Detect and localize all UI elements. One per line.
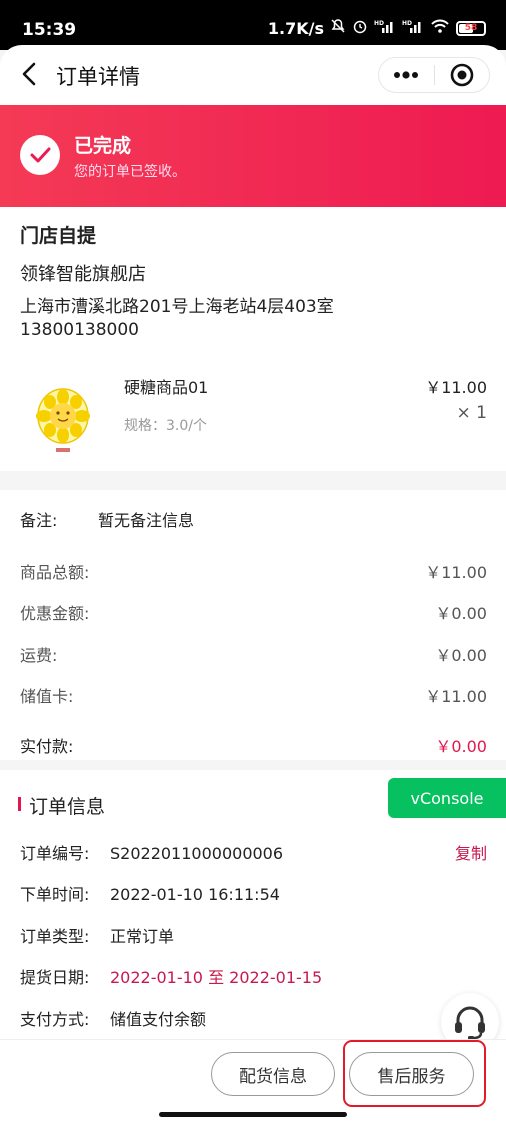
order-number-value: S2022011000000006 [110, 844, 284, 863]
summary-row-discount: 优惠金额: ￥0.00 [20, 600, 487, 624]
summary-label: 储值卡: [20, 687, 74, 706]
delivery-info-button[interactable]: 配货信息 [211, 1052, 335, 1096]
nav-bar: 订单详情 [0, 45, 506, 105]
svg-text:HD: HD [374, 20, 384, 27]
remark-label: 备注: [20, 511, 58, 530]
home-indicator[interactable] [159, 1112, 347, 1117]
summary-row-goods-total: 商品总额: ￥11.00 [20, 559, 487, 583]
battery-icon: 58 [456, 20, 486, 36]
pay-method-row: 支付方式: 储值支付余额 [20, 1006, 206, 1030]
hd-signal-icon: HD [374, 18, 396, 38]
status-icons: 1.7K/s HD HD 58 [268, 18, 486, 38]
pickup-date-row: 提货日期: 2022-01-10 至 2022-01-15 [20, 964, 322, 988]
order-type-value: 正常订单 [110, 927, 175, 946]
sunflower-candy-image [36, 386, 92, 454]
summary-row-shipping: 运费: ￥0.00 [20, 642, 487, 666]
page-title: 订单详情 [56, 65, 140, 89]
hd-signal-icon: HD [402, 18, 424, 38]
price-summary-card [0, 490, 506, 760]
paid-label: 实付款: [20, 737, 74, 756]
summary-row-stored-value-card: 储值卡: ￥11.00 [20, 683, 487, 707]
order-number-label: 订单编号: [20, 844, 90, 863]
order-status-title: 已完成 [74, 135, 132, 157]
order-detail-screen: 15:39 1.7K/s HD HD 58 订单详情 已完成 您的订单已签收。 … [0, 0, 506, 1125]
product-price: ￥11.00 [425, 378, 487, 397]
pay-method-label: 支付方式: [20, 1010, 90, 1029]
summary-label: 优惠金额: [20, 604, 90, 623]
after-sale-service-button[interactable]: 售后服务 [349, 1052, 474, 1096]
check-icon [20, 135, 60, 175]
vconsole-button[interactable]: vConsole [388, 778, 506, 818]
order-time-row: 下单时间: 2022-01-10 16:11:54 [20, 881, 280, 905]
product-name: 硬糖商品01 [124, 378, 209, 397]
mute-icon [330, 18, 346, 38]
section-accent-bar [18, 797, 21, 811]
svg-text:HD: HD [402, 20, 412, 27]
summary-label: 商品总额: [20, 563, 90, 582]
order-type-label: 订单类型: [20, 927, 90, 946]
network-speed: 1.7K/s [267, 18, 324, 38]
pickup-title: 门店自提 [20, 225, 97, 247]
remark-value: 暂无备注信息 [98, 511, 195, 530]
order-info-title: 订单信息 [29, 796, 106, 818]
summary-value: ￥0.00 [435, 646, 487, 665]
summary-label: 运费: [20, 646, 58, 665]
paid-value: ￥0.00 [435, 737, 487, 756]
summary-value: ￥11.00 [425, 687, 487, 706]
pay-method-value: 储值支付余额 [110, 1010, 207, 1029]
chevron-left-icon[interactable] [18, 59, 42, 89]
more-dots-icon[interactable] [379, 58, 434, 92]
copy-order-number-link[interactable]: 复制 [455, 840, 487, 864]
order-time-value: 2022-01-10 16:11:54 [110, 885, 280, 904]
summary-row-paid: 实付款: ￥0.00 [20, 733, 487, 757]
order-time-label: 下单时间: [20, 885, 90, 904]
product-quantity: × 1 [456, 403, 487, 423]
order-status-subtitle: 您的订单已签收。 [74, 164, 186, 180]
pickup-date-label: 提货日期: [20, 968, 90, 987]
store-phone: 13800138000 [20, 320, 139, 340]
store-address: 上海市漕溪北路201号上海老站4层403室 [20, 297, 334, 317]
mini-program-capsule [378, 57, 490, 93]
summary-value: ￥0.00 [435, 604, 487, 623]
status-time: 15:39 [22, 20, 77, 40]
summary-value: ￥11.00 [425, 563, 487, 582]
target-circle-icon[interactable] [435, 58, 490, 92]
order-type-row: 订单类型: 正常订单 [20, 923, 174, 947]
battery-level: 58 [464, 22, 478, 33]
pickup-date-value: 2022-01-10 至 2022-01-15 [110, 968, 323, 987]
status-bar: 15:39 1.7K/s HD HD 58 [0, 0, 506, 50]
order-number-row: 订单编号: S2022011000000006 [20, 840, 283, 864]
alarm-icon [352, 18, 368, 38]
wifi-icon [430, 18, 450, 38]
store-name: 领锋智能旗舰店 [20, 264, 146, 285]
product-spec: 规格：3.0/个 [124, 418, 207, 434]
